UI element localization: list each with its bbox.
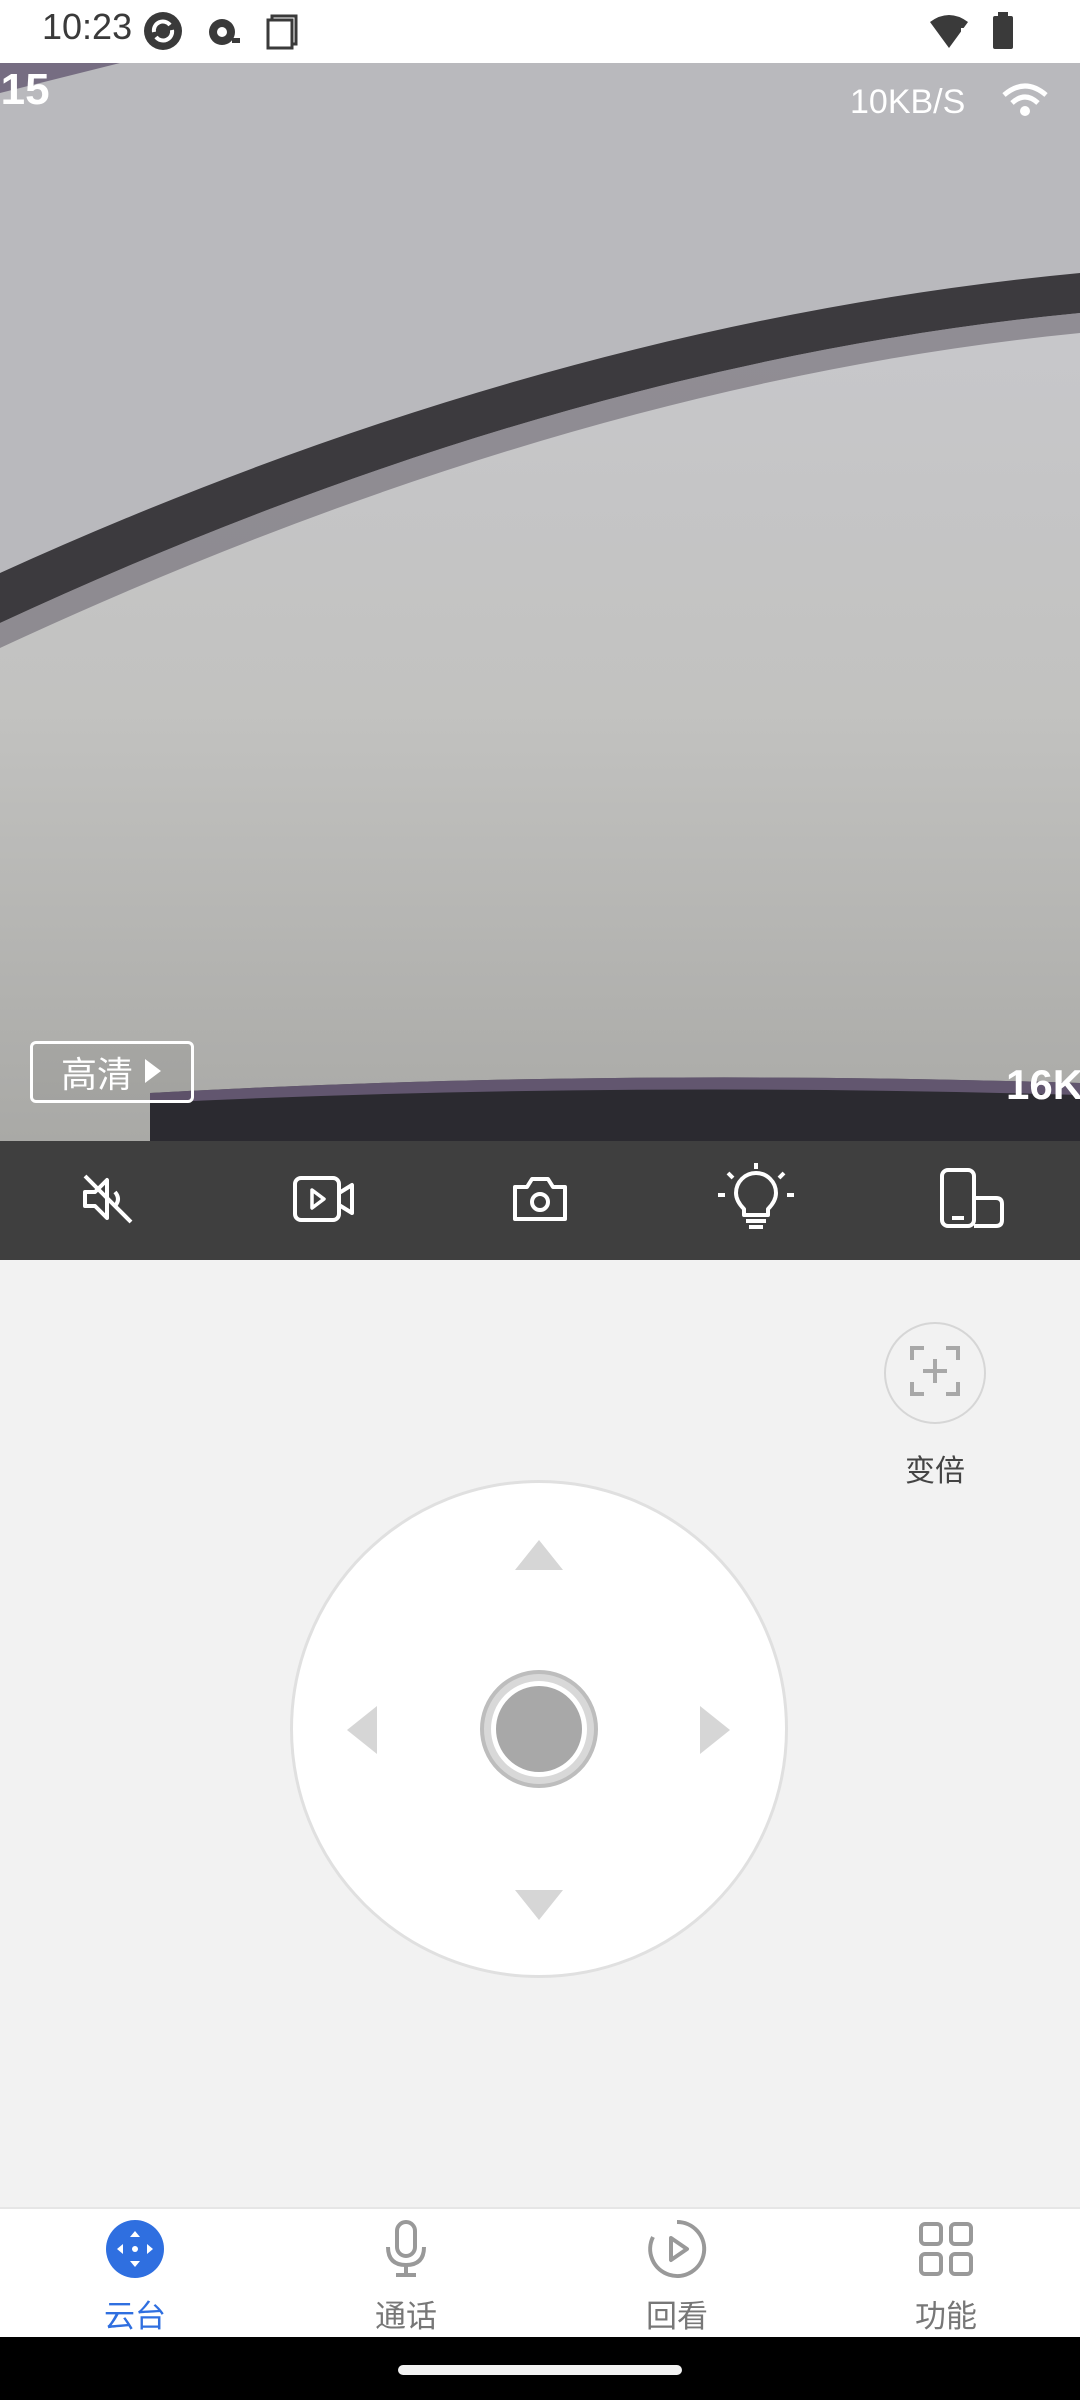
zoom-label: 变倍 — [905, 1454, 965, 1489]
ptz-center-knob[interactable] — [480, 1670, 598, 1788]
zoom-button[interactable] — [884, 1322, 986, 1424]
grid-icon — [916, 2219, 976, 2279]
video-timestamp: :15 — [0, 65, 50, 114]
nav-item-playback[interactable]: 回看 — [597, 2209, 757, 2339]
network-speed: 10KB/S — [850, 83, 966, 121]
screenshot-icon — [262, 10, 304, 52]
nav-item-ptz[interactable]: 云台 — [55, 2209, 215, 2339]
ptz-left-arrow-icon[interactable] — [345, 1704, 379, 1760]
microphone-icon — [376, 2219, 436, 2279]
video-quality-label: 高清 — [60, 1055, 133, 1096]
gesture-handle[interactable] — [398, 2365, 682, 2375]
ptz-up-arrow-icon[interactable] — [513, 1538, 565, 1576]
video-quality-button[interactable]: 高清 — [30, 1041, 194, 1103]
battery-icon — [982, 10, 1024, 52]
bottom-navigation: 云台 通话 回看 功能 — [0, 2207, 1080, 2339]
cast-icon — [202, 10, 244, 52]
ptz-down-arrow-icon[interactable] — [513, 1888, 565, 1926]
rotate-screen-button[interactable] — [912, 1141, 1032, 1260]
camera-snapshot-icon — [511, 1173, 569, 1229]
wifi-alert-icon — [928, 10, 970, 52]
status-time: 10:23 — [42, 6, 133, 47]
light-bulb-icon — [716, 1162, 796, 1239]
camera-video-feed[interactable]: :15 10KB/S 高清 16K — [0, 63, 1080, 1141]
bitrate-readout: 16K — [1006, 1061, 1080, 1108]
nav-label-playback: 回看 — [646, 2299, 708, 2335]
zoom-focus-icon — [908, 1344, 962, 1402]
snapshot-button[interactable] — [480, 1141, 600, 1260]
mute-button[interactable] — [48, 1141, 168, 1260]
nav-label-functions: 功能 — [915, 2299, 977, 2335]
record-video-icon — [292, 1173, 356, 1229]
ptz-right-arrow-icon[interactable] — [698, 1704, 732, 1760]
light-button[interactable] — [696, 1141, 816, 1260]
video-frame-image — [0, 63, 1080, 1141]
nav-label-ptz: 云台 — [104, 2299, 166, 2335]
nav-label-talk: 通话 — [375, 2299, 437, 2335]
ptz-icon — [105, 2219, 165, 2279]
play-triangle-icon — [143, 1052, 163, 1093]
mute-icon — [79, 1170, 137, 1232]
playback-icon — [647, 2219, 707, 2279]
record-video-button[interactable] — [264, 1141, 384, 1260]
status-bar: 10:23 — [0, 0, 1080, 63]
rotate-screen-icon — [938, 1167, 1006, 1234]
nav-item-talk[interactable]: 通话 — [326, 2209, 486, 2339]
video-toolbar — [0, 1141, 1080, 1260]
wifi-signal-icon — [1000, 77, 1050, 127]
ptz-center-knob-inner — [491, 1681, 587, 1777]
sync-icon — [142, 10, 184, 52]
nav-item-functions[interactable]: 功能 — [866, 2209, 1026, 2339]
